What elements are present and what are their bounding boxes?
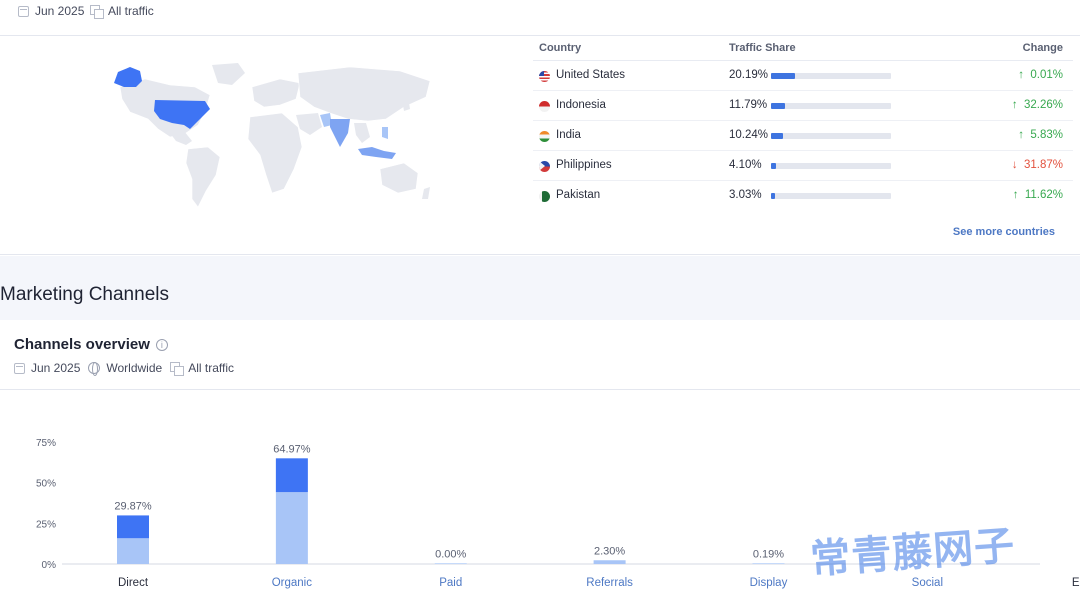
traffic-share-bar-fill	[771, 73, 796, 79]
change-value: ↑ 5.83%	[1018, 129, 1063, 141]
change-text: 0.01%	[1030, 69, 1063, 81]
change-text: 32.26%	[1023, 99, 1063, 111]
change-text: 31.87%	[1023, 159, 1063, 171]
section-title: Marketing Channels	[0, 284, 169, 305]
world-map	[114, 63, 431, 208]
country-name: India	[556, 129, 581, 141]
country-table: Country Traffic Share Change United Stat…	[533, 37, 1073, 211]
country-row-india[interactable]: India 10.24% ↑ 5.83%	[533, 121, 1073, 151]
bar-value-label: 0.19%	[753, 548, 784, 560]
arrow-up-icon: ↑	[1018, 129, 1024, 141]
traffic-share-bar-fill	[771, 133, 784, 139]
country-name: United States	[556, 69, 626, 81]
x-tick-label: Paid	[439, 577, 462, 589]
traffic-share-value: 3.03%	[729, 189, 762, 201]
traffic-share-value: 10.24%	[729, 129, 769, 141]
calendar-icon	[18, 5, 29, 17]
arrow-up-icon: ↑	[1012, 189, 1019, 201]
southeast-asia-shape	[354, 123, 370, 143]
geography-card: Country Traffic Share Change United Stat…	[0, 37, 1080, 255]
change-text: 5.83%	[1030, 129, 1063, 141]
share-column-header: Traffic Share	[729, 42, 796, 54]
x-tick-label: Display	[750, 577, 788, 589]
country-row-pakistan[interactable]: Pakistan 3.03% ↑ 11.62%	[533, 181, 1073, 211]
change-value: ↑ 0.01%	[1018, 69, 1063, 81]
new-zealand-shape	[422, 187, 430, 199]
philippines-flag-icon	[539, 161, 550, 172]
x-tick-label: Email	[1072, 577, 1080, 589]
date-filter-label: Jun 2025	[35, 4, 85, 18]
traffic-share-bar-fill	[771, 103, 786, 109]
change-text: 11.62%	[1024, 189, 1063, 201]
country-column-header: Country	[539, 42, 582, 54]
arrow-up-icon: ↑	[1018, 69, 1024, 81]
bar-segment-lower	[434, 563, 467, 564]
alaska-shape	[114, 67, 142, 87]
x-tick-label: Direct	[118, 577, 149, 589]
middle-east-shape	[296, 113, 322, 135]
y-tick-label: 25%	[36, 519, 56, 530]
traffic-share-bar	[771, 163, 891, 169]
x-tick-label: Organic	[272, 577, 313, 589]
change-value: ↑ 11.62%	[1013, 189, 1063, 201]
indonesia-shape	[358, 147, 396, 159]
change-value: ↑ 32.26%	[1012, 99, 1063, 111]
usa-flag-icon	[539, 71, 550, 82]
australia-shape	[379, 162, 419, 194]
india-shape	[330, 119, 350, 147]
south-america-shape	[185, 146, 221, 208]
country-name: Pakistan	[556, 189, 601, 201]
traffic-share-value: 11.79%	[729, 99, 768, 111]
change-column-header: Change	[1022, 42, 1063, 54]
bar-segment-lower	[752, 563, 785, 564]
traffic-filter[interactable]: All traffic	[90, 4, 154, 19]
africa-shape	[247, 112, 303, 194]
traffic-share-value: 20.19%	[729, 69, 769, 81]
section-header: Marketing Channels	[0, 256, 1080, 320]
change-value: ↓ 31.87%	[1012, 159, 1063, 171]
country-row-indonesia[interactable]: Indonesia 11.79% ↑ 32.26%	[533, 91, 1073, 121]
traffic-filter-label: All traffic	[108, 4, 154, 18]
traffic-share-bar	[771, 133, 891, 139]
traffic-share-value: 4.10%	[729, 159, 762, 171]
date-filter[interactable]: Jun 2025	[18, 4, 84, 18]
traffic-icon	[90, 5, 104, 19]
y-tick-label: 75%	[36, 438, 56, 449]
bar-segment-lower	[275, 492, 308, 564]
country-name: Indonesia	[556, 99, 606, 111]
india-flag-icon	[539, 131, 550, 142]
traffic-share-bar-fill	[771, 193, 775, 199]
bar-value-label: 2.30%	[594, 545, 625, 557]
top-filter-bar: Jun 2025 All traffic	[0, 0, 1080, 36]
traffic-share-bar-fill	[771, 163, 776, 169]
central-america-shape	[170, 131, 192, 145]
philippines-shape	[382, 127, 388, 139]
traffic-share-bar	[771, 193, 891, 199]
bar-segment-upper	[117, 515, 149, 539]
greenland-shape	[212, 63, 245, 85]
country-table-header: Country Traffic Share Change	[533, 37, 1073, 61]
arrow-up-icon: ↑	[1011, 99, 1018, 111]
bar-value-label: 64.97%	[273, 443, 311, 455]
bar-segment-lower	[593, 560, 626, 564]
bar-segment-lower	[117, 538, 149, 564]
pakistan-flag-icon	[539, 191, 550, 202]
x-tick-label: Social	[912, 577, 943, 589]
bar-value-label: 0.00%	[435, 548, 466, 560]
x-tick-label: Referrals	[586, 577, 633, 589]
bar-segment-upper	[275, 458, 308, 493]
see-more-countries-link[interactable]: See more countries	[953, 226, 1055, 238]
traffic-share-bar	[771, 103, 891, 109]
asia-shape	[297, 66, 431, 122]
country-row-united-states[interactable]: United States 20.19% ↑ 0.01%	[533, 61, 1073, 91]
indonesia-flag-icon	[539, 101, 550, 112]
y-tick-label: 50%	[36, 479, 56, 490]
country-row-philippines[interactable]: Philippines 4.10% ↓ 31.87%	[533, 151, 1073, 181]
europe-shape	[251, 78, 301, 108]
country-name: Philippines	[556, 159, 612, 171]
y-tick-label: 0%	[42, 560, 57, 571]
traffic-share-bar	[771, 73, 891, 79]
bar-value-label: 29.87%	[114, 500, 152, 512]
arrow-down-icon: ↓	[1011, 159, 1018, 171]
